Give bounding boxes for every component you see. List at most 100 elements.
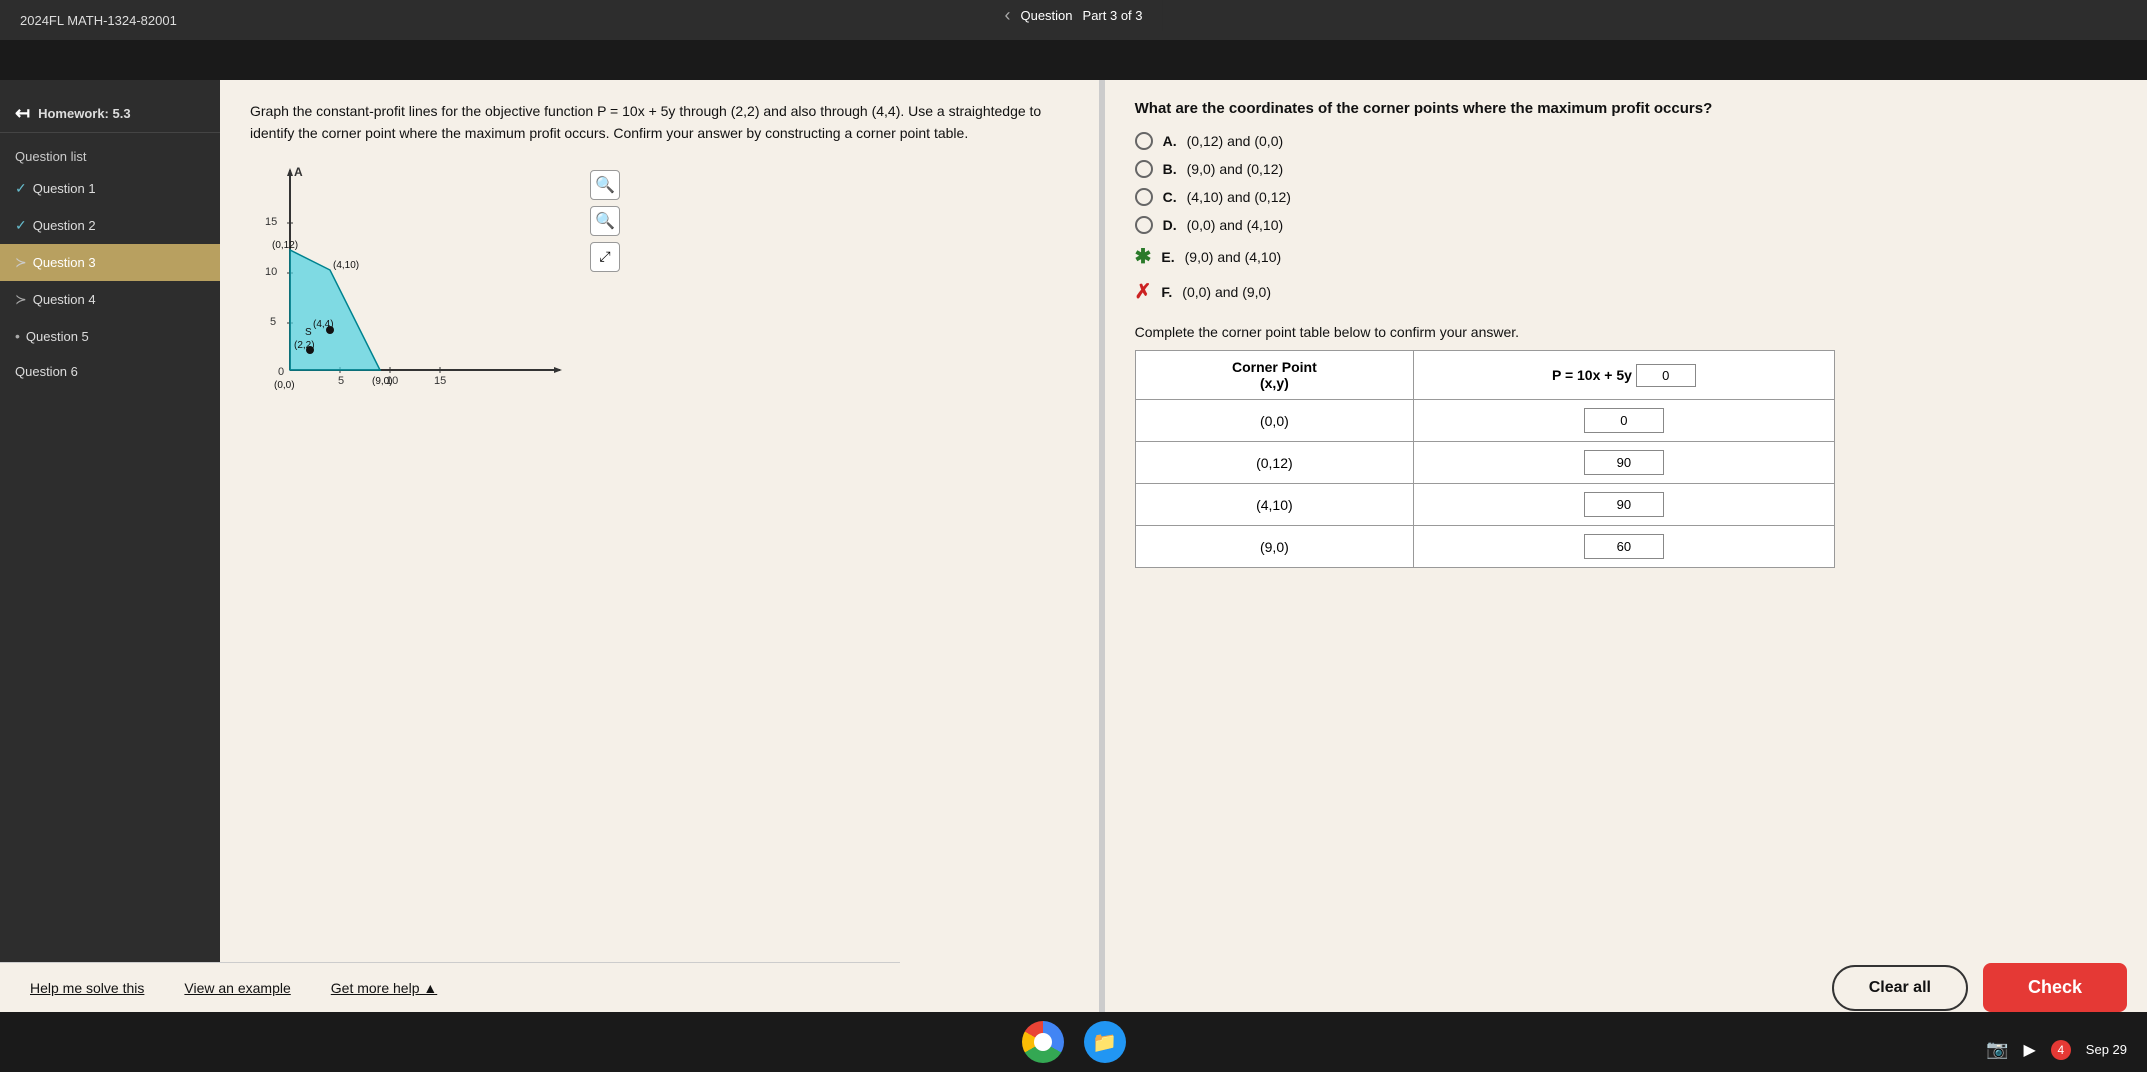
sidebar-item-q2[interactable]: ✓ Question 2 — [0, 207, 220, 244]
part-navigation: ‹ Question Part 3 of 3 — [984, 0, 1162, 31]
files-icon-symbol: 📁 — [1092, 1030, 1117, 1055]
option-c-label: C. — [1163, 189, 1177, 205]
files-icon[interactable]: 📁 — [1084, 1021, 1126, 1063]
partial-icon-q3: ≻ — [15, 254, 27, 271]
col2-header: P = 10x + 5y — [1414, 351, 1835, 400]
partial-icon-q5: • — [15, 328, 20, 344]
sidebar-item-label-q5: Question 5 — [26, 329, 89, 344]
svg-text:(4,10): (4,10) — [333, 260, 359, 271]
part-prev-icon[interactable]: ‹ — [1004, 5, 1010, 26]
option-f-text: (0,0) and (9,0) — [1182, 284, 1271, 300]
option-e-text: (9,0) and (4,10) — [1185, 249, 1282, 265]
part-label: Question — [1020, 8, 1072, 23]
svg-text:5: 5 — [338, 375, 344, 387]
sidebar-item-q1[interactable]: ✓ Question 1 — [0, 170, 220, 207]
option-a-text: (0,12) and (0,0) — [1187, 133, 1284, 149]
option-b[interactable]: B. (9,0) and (0,12) — [1135, 160, 2117, 178]
option-a[interactable]: A. (0,12) and (0,0) — [1135, 132, 2117, 150]
sys-screenshot-icon: 📷 — [1986, 1039, 2008, 1060]
question-text: Graph the constant-profit lines for the … — [250, 100, 1069, 145]
app-title: 2024FL MATH-1324-82001 — [20, 13, 177, 28]
graph-svg: 0 5 10 15 5 10 15 — [250, 160, 570, 400]
option-c[interactable]: C. (4,10) and (0,12) — [1135, 188, 2117, 206]
chrome-icon[interactable] — [1022, 1021, 1064, 1063]
sidebar-item-label-q2: Question 2 — [33, 218, 96, 233]
help-link[interactable]: Help me solve this — [30, 980, 144, 996]
check-icon-q1: ✓ — [15, 180, 27, 197]
back-icon: ↤ — [15, 103, 30, 124]
sidebar-item-q6[interactable]: Question 6 — [0, 354, 220, 389]
option-b-text: (9,0) and (0,12) — [1187, 161, 1284, 177]
check-button[interactable]: Check — [1983, 963, 2127, 1012]
answer-section: What are the coordinates of the corner p… — [1105, 80, 2147, 1052]
graph-wrapper: 0 5 10 15 5 10 15 — [250, 160, 570, 405]
input-410[interactable] — [1584, 492, 1664, 517]
sidebar-item-q4[interactable]: ≻ Question 4 — [0, 281, 220, 318]
svg-text:10: 10 — [265, 266, 277, 278]
option-d[interactable]: D. (0,0) and (4,10) — [1135, 216, 2117, 234]
question-section: Graph the constant-profit lines for the … — [220, 80, 1101, 1052]
zoom-in-button[interactable]: 🔍 — [590, 170, 620, 200]
wrong-mark-f: ✗ — [1135, 279, 1152, 304]
col1-header: Corner Point (x,y) — [1135, 351, 1413, 400]
point-410: (4,10) — [1135, 484, 1413, 526]
expand-icon: ⤢ — [599, 248, 610, 265]
zoom-out-button[interactable]: 🔍 — [590, 206, 620, 236]
chrome-icon-center — [1034, 1033, 1052, 1051]
table-section: Complete the corner point table below to… — [1135, 324, 2117, 568]
sidebar-item-label-q6: Question 6 — [15, 364, 78, 379]
sidebar-item-label-q3: Question 3 — [33, 255, 96, 270]
radio-b[interactable] — [1135, 160, 1153, 178]
sidebar-header[interactable]: ↤ Homework: 5.3 — [0, 95, 220, 133]
zoom-out-icon: 🔍 — [595, 211, 615, 231]
table-row-4: (9,0) — [1135, 526, 1834, 568]
table-instruction: Complete the corner point table below to… — [1135, 324, 2117, 340]
svg-text:A: A — [294, 165, 303, 179]
option-d-label: D. — [1163, 217, 1177, 233]
option-e-label: E. — [1161, 249, 1174, 265]
bottom-bar: Help me solve this View an example Get m… — [0, 962, 900, 1012]
check-icon-q2: ✓ — [15, 217, 27, 234]
option-f-label: F. — [1161, 284, 1172, 300]
more-help-link[interactable]: Get more help ▲ — [331, 980, 437, 996]
option-e[interactable]: ✱ E. (9,0) and (4,10) — [1135, 244, 2117, 269]
col2-header-input[interactable] — [1636, 364, 1696, 387]
sidebar-item-label-q1: Question 1 — [33, 181, 96, 196]
sys-badge: 4 — [2051, 1040, 2071, 1060]
sidebar: ↤ Homework: 5.3 Question list ✓ Question… — [0, 80, 220, 1052]
answer-question-text: What are the coordinates of the corner p… — [1135, 100, 2117, 117]
table-row-2: (0,12) — [1135, 442, 1834, 484]
radio-c[interactable] — [1135, 188, 1153, 206]
point-90: (9,0) — [1135, 526, 1413, 568]
input-00[interactable] — [1584, 408, 1664, 433]
taskbar: 📁 — [0, 1012, 2147, 1072]
input-90[interactable] — [1584, 534, 1664, 559]
content-area: Graph the constant-profit lines for the … — [220, 80, 2147, 1052]
zoom-in-icon: 🔍 — [595, 175, 615, 195]
svg-text:15: 15 — [265, 216, 277, 228]
svg-text:0: 0 — [278, 366, 284, 378]
option-d-text: (0,0) and (4,10) — [1187, 217, 1284, 233]
svg-text:(0,12): (0,12) — [272, 240, 298, 251]
question-list-label: Question list — [0, 143, 220, 170]
sys-next-icon: ▶ — [2023, 1040, 2035, 1060]
svg-text:(0,0): (0,0) — [274, 380, 295, 391]
radio-d[interactable] — [1135, 216, 1153, 234]
svg-text:(4,4): (4,4) — [313, 319, 334, 330]
clear-all-button[interactable]: Clear all — [1832, 965, 1968, 1011]
option-a-label: A. — [1163, 133, 1177, 149]
sidebar-item-q3[interactable]: ≻ Question 3 — [0, 244, 220, 281]
radio-a[interactable] — [1135, 132, 1153, 150]
sidebar-item-q5[interactable]: • Question 5 — [0, 318, 220, 354]
expand-button[interactable]: ⤢ — [590, 242, 620, 272]
option-b-label: B. — [1163, 161, 1177, 177]
sidebar-item-label-q4: Question 4 — [33, 292, 96, 307]
example-link[interactable]: View an example — [184, 980, 290, 996]
option-f[interactable]: ✗ F. (0,0) and (9,0) — [1135, 279, 2117, 304]
point-012: (0,12) — [1135, 442, 1413, 484]
point-00: (0,0) — [1135, 400, 1413, 442]
svg-text:(2,2): (2,2) — [294, 340, 315, 351]
input-012[interactable] — [1584, 450, 1664, 475]
svg-text:S: S — [305, 327, 312, 338]
value-00 — [1414, 400, 1835, 442]
